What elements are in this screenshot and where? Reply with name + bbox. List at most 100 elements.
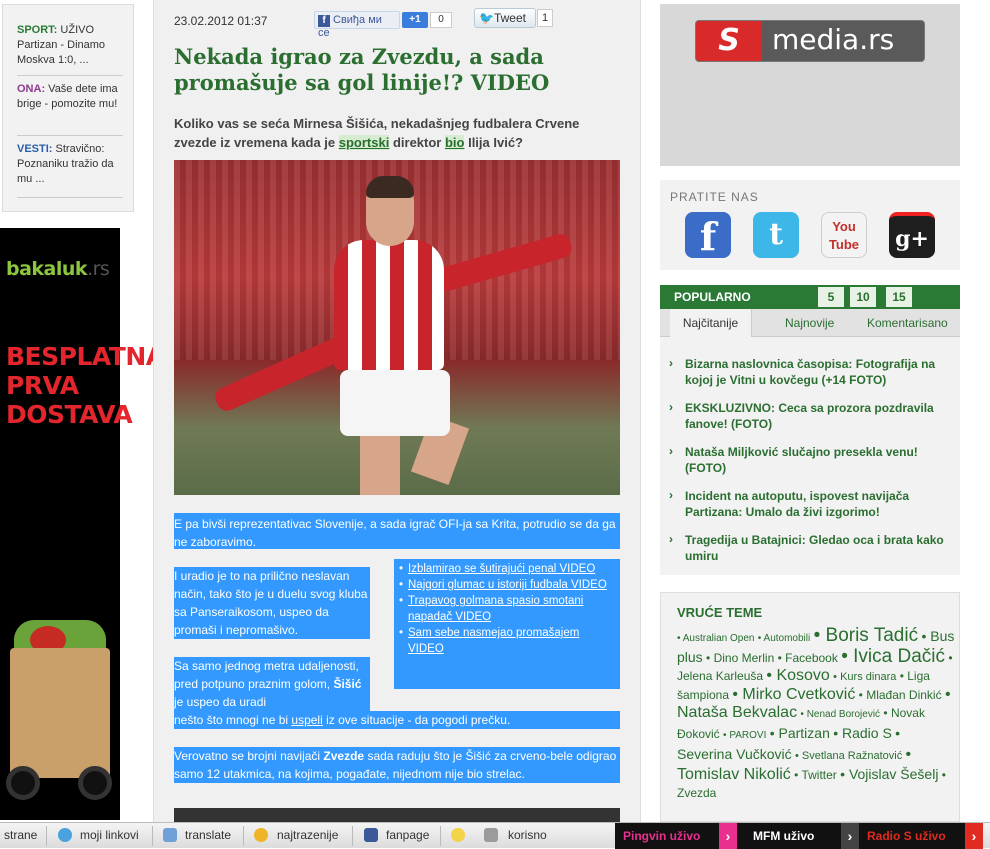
toolbar-translate[interactable]: translate xyxy=(185,828,231,842)
ad-wheel-icon xyxy=(78,766,112,800)
body-bold: Zvezde xyxy=(323,749,365,763)
chevron-right-icon: › xyxy=(669,356,673,370)
ad-shopping-bag-image xyxy=(10,648,110,778)
tag-link[interactable]: Nenad Borojević xyxy=(807,709,880,720)
youtube-icon[interactable]: You Tube xyxy=(821,212,867,258)
tag-link[interactable]: Facebook xyxy=(785,651,838,665)
tag-link[interactable]: Australian Open xyxy=(683,633,755,644)
related-list: Izblamirao se šutirajući penal VIDEO Naj… xyxy=(394,559,620,689)
body-link-uspeli[interactable]: uspeli xyxy=(291,713,322,727)
tag-link[interactable]: Kurs dinara xyxy=(840,671,896,683)
twitter-icon[interactable]: t xyxy=(753,212,799,258)
tag-link[interactable]: Nataša Bekvalac xyxy=(677,704,797,721)
tag-link[interactable]: Svetlana Ražnatović xyxy=(802,750,902,762)
tag-link[interactable]: Twitter xyxy=(801,768,836,782)
tag-link[interactable]: Tomislav Nikolić xyxy=(677,766,791,783)
tag-link[interactable]: Severina Vučković xyxy=(677,746,792,762)
body-text: iz ove situacije - da pogodi prečku. xyxy=(322,713,511,727)
tag-link[interactable]: PAROVI xyxy=(729,730,766,741)
tag-link[interactable]: Vojislav Šešelj xyxy=(849,766,939,782)
tag-link[interactable]: Zvezda xyxy=(677,786,716,800)
article-title: Nekada igrao za Zvezdu, a sada promašuje… xyxy=(174,44,550,95)
body-text: nešto što mnogi ne bi xyxy=(174,713,292,727)
toolbar-najtrazenije[interactable]: najtrazenije xyxy=(277,828,338,842)
tab-najcitanije[interactable]: Najčitanije xyxy=(670,309,752,337)
chevron-right-icon: › xyxy=(669,444,673,458)
user-icon xyxy=(58,828,72,842)
news-divider xyxy=(17,75,123,76)
article-photo xyxy=(174,160,620,495)
related-link[interactable]: Najgori glumac u istoriji fudbala VIDEO xyxy=(399,577,616,593)
tag-bullet: • xyxy=(795,750,802,762)
tweet-label: Tweet xyxy=(493,11,526,25)
bakaluk-ad[interactable]: bakaluk.rs BESPLATNA PRVA DOSTAVA xyxy=(0,228,165,820)
tag-link[interactable]: Mlađan Dinkić xyxy=(866,688,941,702)
tag-link[interactable]: Partizan xyxy=(779,725,830,741)
popular-tabs: Najčitanije Najnovije Komentarisano xyxy=(660,309,960,337)
toolbar-divider xyxy=(243,826,244,846)
tag-link[interactable]: Ivica Dačić xyxy=(853,646,945,667)
pingvin-live-button[interactable]: Pingvin uživo › xyxy=(615,823,737,849)
lead-link-sportski[interactable]: sportski xyxy=(338,135,390,150)
translate-icon xyxy=(163,828,177,842)
radio-s-label: Radio S uživo xyxy=(867,829,946,843)
lead-text: direktor xyxy=(389,135,445,150)
article-date: 23.02.2012 01:37 xyxy=(174,14,268,28)
news-item-vesti[interactable]: VESTI: Stravično: Poznaniku tražio da mu… xyxy=(17,142,125,187)
toolbar-fanpage[interactable]: fanpage xyxy=(386,828,429,842)
tag-bullet: • xyxy=(948,651,953,665)
radio-s-live-button[interactable]: Radio S uživo › xyxy=(859,823,983,849)
news-tag: ONA: xyxy=(17,83,46,95)
body-paragraph: I uradio je to na prilično neslavan nači… xyxy=(174,567,370,639)
news-item-ona[interactable]: ONA: Vaše dete ima brige - pomozite mu! xyxy=(17,82,125,112)
popular-count-5[interactable]: 5 xyxy=(818,287,844,307)
body-paragraph: nešto što mnogi ne bi uspeli iz ove situ… xyxy=(174,711,620,729)
tools-icon xyxy=(484,828,498,842)
related-link[interactable]: Sam sebe nasmejao promašajem VIDEO xyxy=(399,625,616,657)
smedia-s-icon: S xyxy=(696,21,762,61)
tag-link[interactable]: Boris Tadić xyxy=(826,625,919,646)
tag-link[interactable]: Dino Merlin xyxy=(714,651,775,665)
google-plus-count: 0 xyxy=(430,12,452,28)
smedia-text: media.rs xyxy=(772,23,895,56)
popular-item[interactable]: Bizarna naslovnica časopisa: Fotografija… xyxy=(685,356,947,388)
facebook-like-button[interactable]: f Свиђа ми се xyxy=(314,11,400,39)
article-lead: Koliko vas se seća Mirnesa Šišića, nekad… xyxy=(174,114,622,152)
tag-bullet: • xyxy=(813,625,826,646)
popular-header: POPULARNO 5 10 15 xyxy=(660,285,960,309)
tag-link[interactable]: Jelena Karleuša xyxy=(677,669,763,683)
google-plus-button[interactable]: +1 xyxy=(402,12,428,28)
popular-count-10[interactable]: 10 xyxy=(850,287,876,307)
tag-link[interactable]: Radio S xyxy=(842,725,892,741)
related-link[interactable]: Izblamirao se šutirajući penal VIDEO xyxy=(399,561,616,577)
tag-bullet: • xyxy=(905,746,912,763)
tweet-button[interactable]: 🐦Tweet xyxy=(474,8,536,28)
popular-title: POPULARNO xyxy=(674,290,751,304)
player-leg xyxy=(360,430,400,495)
toolbar-moji-linkovi[interactable]: moji linkovi xyxy=(80,828,139,842)
toolbar-korisno[interactable]: korisno xyxy=(508,828,547,842)
tag-link[interactable]: Automobili xyxy=(764,633,811,644)
popular-item[interactable]: Tragedija u Batajnici: Gledao oca i brat… xyxy=(685,532,947,564)
popular-item[interactable]: EKSKLUZIVNO: Ceca sa prozora pozdravila … xyxy=(685,400,947,432)
bottom-toolbar: strane moji linkovi translate najtrazeni… xyxy=(0,822,990,849)
related-link[interactable]: Trapavog golmana spasio smotani napadač … xyxy=(399,593,616,625)
tag-link[interactable]: Kosovo xyxy=(776,667,829,684)
popular-item[interactable]: Nataša Miljković slučajno presekla venu!… xyxy=(685,444,947,476)
player-shirt xyxy=(334,240,444,370)
tag-link[interactable]: Mirko Cvetković xyxy=(742,686,855,703)
lead-link-bio[interactable]: bio xyxy=(444,135,465,150)
smedia-banner[interactable]: S media.rs xyxy=(660,4,960,166)
toolbar-strane[interactable]: strane xyxy=(4,828,37,842)
tab-komentarisano[interactable]: Komentarisano xyxy=(867,316,948,330)
google-plus-icon[interactable]: g+ xyxy=(889,212,935,258)
tab-najnovije[interactable]: Najnovije xyxy=(785,316,834,330)
popular-count-15[interactable]: 15 xyxy=(886,287,912,307)
mfm-live-button[interactable]: MFM uživo › xyxy=(737,823,859,849)
popular-item[interactable]: Incident na autoputu, ispovest navijača … xyxy=(685,488,947,520)
news-item-sport[interactable]: SPORT: UŽIVO Partizan - Dinamo Moskva 1:… xyxy=(17,23,125,68)
toolbar-divider xyxy=(352,826,353,846)
tag-bullet: • xyxy=(732,686,743,703)
facebook-icon[interactable]: f xyxy=(685,212,731,259)
tag-bullet: • xyxy=(944,686,951,703)
